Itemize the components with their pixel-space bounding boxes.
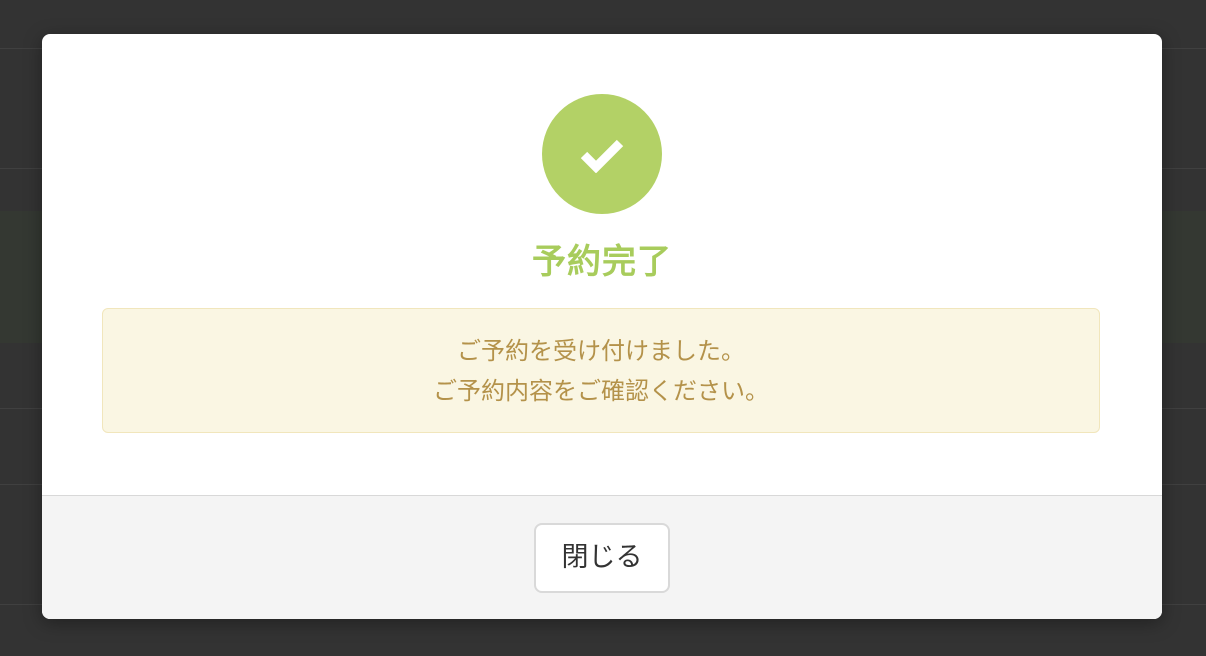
success-message-box: ご予約を受け付けました。 ご予約内容をご確認ください。 [102, 308, 1100, 433]
modal-body: 予約完了 ご予約を受け付けました。 ご予約内容をご確認ください。 [42, 34, 1162, 495]
message-line-2: ご予約内容をご確認ください。 [433, 377, 769, 405]
modal-footer: 閉じる [42, 495, 1162, 619]
close-button[interactable]: 閉じる [534, 523, 670, 593]
message-line-1: ご予約を受け付けました。 [457, 337, 745, 365]
dialog-title: 予約完了 [532, 242, 672, 282]
check-icon [580, 139, 624, 173]
reservation-complete-dialog: 予約完了 ご予約を受け付けました。 ご予約内容をご確認ください。 閉じる [42, 34, 1162, 619]
success-badge [542, 94, 662, 214]
